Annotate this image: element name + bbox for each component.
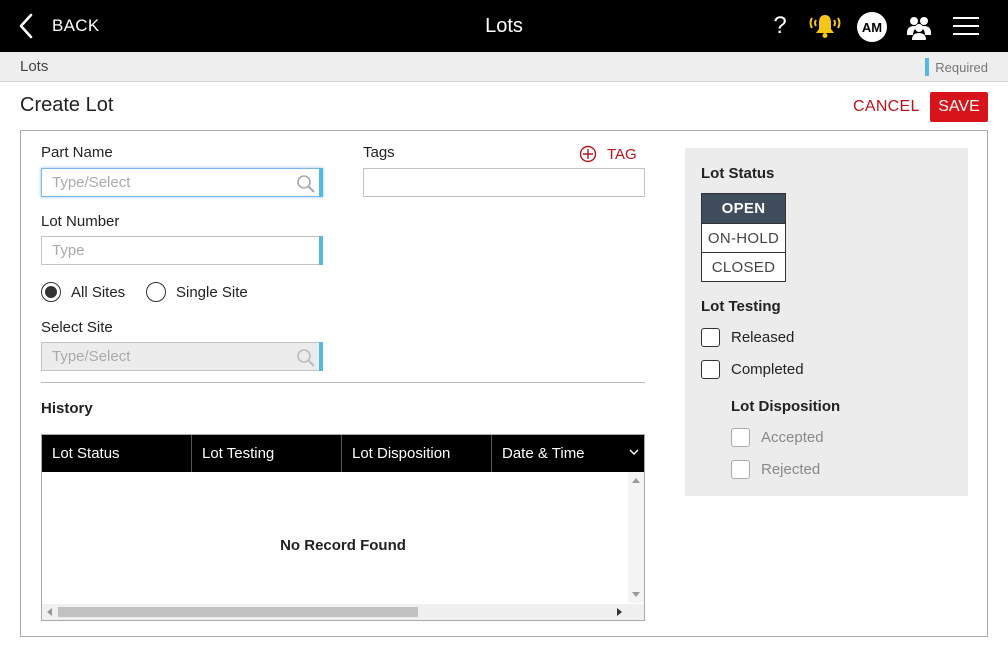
lot-status-selector: OPEN ON-HOLD CLOSED	[701, 193, 786, 282]
select-site-input[interactable]: Type/Select	[41, 342, 323, 371]
required-marker	[319, 342, 323, 371]
select-site-label: Select Site	[41, 319, 113, 336]
lot-status-title: Lot Status	[701, 165, 775, 182]
checkbox-rejected[interactable]: Rejected	[731, 460, 820, 479]
scrollbar-thumb[interactable]	[58, 607, 418, 617]
lot-testing-title: Lot Testing	[701, 298, 781, 315]
required-marker	[319, 236, 323, 265]
lot-number-input[interactable]: Type	[41, 236, 323, 265]
status-option-closed[interactable]: CLOSED	[702, 252, 785, 281]
tags-label: Tags	[363, 144, 395, 161]
add-tag-button[interactable]: TAG	[579, 145, 637, 163]
part-name-input[interactable]: Type/Select	[41, 168, 323, 197]
required-marker	[925, 58, 930, 76]
checkbox-box	[701, 328, 720, 347]
scroll-up-arrow-icon[interactable]	[632, 478, 640, 483]
create-lot-form: Part Name Type/Select Tags TAG Lot Numbe…	[20, 130, 988, 637]
breadcrumb[interactable]: Lots	[20, 58, 48, 75]
checkbox-box	[701, 360, 720, 379]
scroll-left-arrow-icon[interactable]	[47, 608, 52, 616]
checkbox-box	[731, 460, 750, 479]
checkbox-completed-label: Completed	[731, 361, 804, 378]
required-label: Required	[935, 59, 988, 75]
breadcrumb-bar: Lots Required	[0, 52, 1008, 82]
lot-disposition-title: Lot Disposition	[731, 398, 841, 415]
radio-single-site-label: Single Site	[176, 283, 248, 301]
radio-all-sites[interactable]: All Sites	[41, 282, 125, 302]
save-button[interactable]: SAVE	[930, 92, 988, 122]
history-table: Lot Status Lot Testing Lot Disposition D…	[41, 434, 645, 621]
app-header: BACK Lots ? AM	[0, 0, 1008, 52]
horizontal-scrollbar[interactable]	[42, 604, 644, 620]
add-tag-label: TAG	[607, 145, 637, 163]
vertical-scrollbar[interactable]	[628, 472, 644, 603]
section-divider	[41, 382, 645, 383]
column-header-lot-disposition[interactable]: Lot Disposition	[342, 435, 492, 472]
history-title: History	[41, 400, 93, 417]
checkbox-accepted[interactable]: Accepted	[731, 428, 824, 447]
cancel-button[interactable]: CANCEL	[853, 98, 920, 116]
radio-selected-dot	[45, 286, 57, 298]
plus-circle-icon	[579, 145, 597, 163]
column-header-date-time-label: Date & Time	[502, 445, 585, 462]
history-table-header: Lot Status Lot Testing Lot Disposition D…	[42, 435, 644, 472]
empty-state-text: No Record Found	[280, 537, 406, 554]
checkbox-box	[731, 428, 750, 447]
back-label: BACK	[52, 16, 100, 35]
chevron-left-icon	[19, 13, 33, 39]
checkbox-completed[interactable]: Completed	[701, 360, 804, 379]
part-name-placeholder: Type/Select	[52, 174, 131, 191]
column-header-date-time[interactable]: Date & Time	[492, 435, 644, 472]
required-marker	[319, 168, 323, 197]
user-avatar[interactable]: AM	[857, 12, 887, 42]
status-option-on-hold[interactable]: ON-HOLD	[702, 223, 785, 252]
search-icon[interactable]	[296, 348, 316, 368]
scroll-right-arrow-icon[interactable]	[617, 608, 622, 616]
checkbox-released[interactable]: Released	[701, 328, 794, 347]
notification-bell-icon[interactable]	[808, 12, 842, 40]
page-title: Create Lot	[20, 94, 114, 116]
lot-number-placeholder: Type	[52, 242, 85, 259]
lot-number-label: Lot Number	[41, 213, 120, 230]
radio-single-site[interactable]: Single Site	[146, 282, 248, 302]
scroll-down-arrow-icon[interactable]	[632, 592, 640, 597]
select-site-placeholder: Type/Select	[52, 348, 131, 365]
chevron-down-icon	[629, 449, 639, 455]
checkbox-rejected-label: Rejected	[761, 461, 821, 478]
checkbox-released-label: Released	[731, 329, 795, 346]
back-button[interactable]: BACK	[18, 12, 100, 40]
radio-button	[146, 282, 166, 302]
tags-input[interactable]	[363, 168, 645, 197]
status-option-open[interactable]: OPEN	[702, 194, 785, 223]
column-header-lot-testing[interactable]: Lot Testing	[192, 435, 342, 472]
help-icon[interactable]: ?	[770, 12, 790, 40]
radio-all-sites-label: All Sites	[71, 283, 126, 301]
column-header-lot-status[interactable]: Lot Status	[42, 435, 192, 472]
checkbox-accepted-label: Accepted	[761, 429, 824, 446]
lot-status-panel: Lot Status OPEN ON-HOLD CLOSED Lot Testi…	[685, 148, 968, 496]
search-icon[interactable]	[296, 174, 316, 194]
required-legend: Required	[925, 58, 988, 76]
radio-button	[41, 282, 61, 302]
part-name-label: Part Name	[41, 144, 113, 161]
users-group-icon[interactable]	[905, 13, 933, 41]
hamburger-menu-icon[interactable]	[953, 17, 979, 37]
